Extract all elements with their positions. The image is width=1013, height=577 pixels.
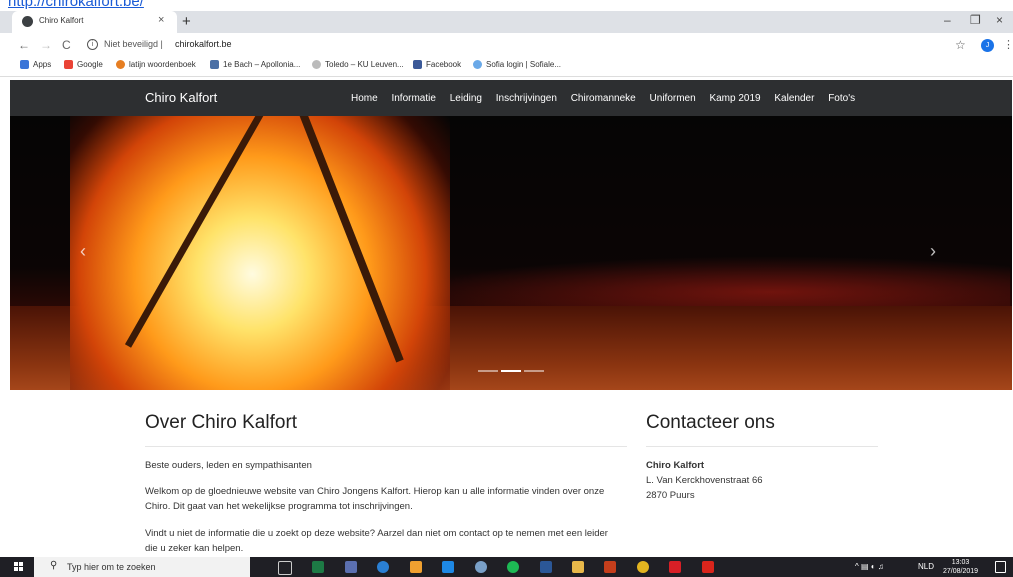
windows-taskbar: ⚲ Typ hier om te zoeken ^ ▤ ◐ ♫ NLD 13:0… [0,557,1013,577]
about-divider [145,446,627,447]
excel-icon[interactable] [312,561,324,573]
task-view-icon[interactable] [278,561,292,575]
browser-tab[interactable]: Chiro Kalfort × [12,11,177,33]
info-icon[interactable]: i [87,39,98,50]
maximize-icon[interactable]: ❐ [970,13,981,27]
bookmark-latijn[interactable]: latijn woordenboek [116,60,196,69]
bookmark-google[interactable]: Google [64,60,103,69]
bookmark-sofia[interactable]: Sofia login | Sofiale... [473,60,561,69]
file-explorer-icon[interactable] [572,561,584,573]
contact-name: Chiro Kalfort [646,460,705,471]
toledo-icon [312,60,321,69]
bookmark-toledo[interactable]: Toledo – KU Leuven... [312,60,404,69]
nav-fotos[interactable]: Foto's [828,93,855,104]
acrobat-icon[interactable] [702,561,714,573]
apps-grid-icon [20,60,29,69]
hero-carousel: ‹ › [10,116,1012,390]
google-icon [64,60,73,69]
bookmark-star-icon[interactable]: ☆ [955,38,966,52]
clock-time: 13:03 [951,559,970,566]
tab-close-icon[interactable]: × [158,14,164,26]
pinned-app-icon[interactable] [475,561,487,573]
bookmarks-bar: Apps Google latijn woordenboek 1e Bach –… [0,57,1013,77]
omnibox[interactable]: i Niet beveiligd | chirokalfort.be [82,36,942,53]
contact-heading: Contacteer ons [646,412,775,433]
outlook-icon[interactable] [442,561,454,573]
clock-date: 27/08/2019 [943,568,979,575]
about-welcome-text: Welkom op de gloednieuwe website van Chi… [145,486,605,512]
browser-menu-icon[interactable]: ⋮ [1003,38,1013,51]
nav-home[interactable]: Home [351,93,378,104]
word-icon[interactable] [540,561,552,573]
nav-chiromanneke[interactable]: Chiromanneke [571,93,636,104]
onedrive-icon[interactable] [377,561,389,573]
close-window-icon[interactable]: × [996,13,1003,27]
address-bar-row: ← → C i Niet beveiligd | chirokalfort.be… [0,33,1013,58]
nav-informatie[interactable]: Informatie [391,93,435,104]
notification-center-icon[interactable] [995,561,1006,573]
url-text[interactable]: chirokalfort.be [175,39,232,49]
nav-inschrijvingen[interactable]: Inschrijvingen [496,93,557,104]
site-navbar: Chiro Kalfort Home Informatie Leiding In… [10,80,1012,116]
system-tray-icons[interactable]: ^ ▤ ◐ ♫ [855,562,884,571]
bookmark-apps[interactable]: Apps [20,60,51,69]
store-bag-icon[interactable] [410,561,422,573]
bookmark-apollonia[interactable]: 1e Bach – Apollonia... [210,60,300,69]
carousel-next-button[interactable]: › [930,241,936,262]
contact-city: 2870 Puurs [646,490,695,501]
powerpoint-icon[interactable] [604,561,616,573]
spotify-icon[interactable] [507,561,519,573]
dictionary-icon [116,60,125,69]
language-indicator[interactable]: NLD [918,562,934,571]
chrome-icon[interactable] [637,561,649,573]
tab-title: Chiro Kalfort [39,16,84,25]
nav-kamp-2019[interactable]: Kamp 2019 [709,93,760,104]
sofia-icon [473,60,482,69]
about-heading: Over Chiro Kalfort [145,412,298,433]
browser-tab-bar: Chiro Kalfort × + – ❐ × [0,11,1013,33]
carousel-indicator-3[interactable] [524,370,544,372]
taskbar-clock[interactable]: 13:03 27/08/2019 [943,558,978,576]
about-help-text: Vindt u niet de informatie die u zoekt o… [145,528,608,554]
nav-uniformen[interactable]: Uniformen [650,93,696,104]
windows-start-icon[interactable] [14,562,24,572]
overlay-url-link[interactable]: http://chirokalfort.be/ [8,0,144,10]
search-icon: ⚲ [50,560,58,571]
nav-kalender[interactable]: Kalender [774,93,814,104]
site-favicon-icon [22,16,33,27]
profile-avatar[interactable]: J [981,39,994,52]
carousel-indicator-1[interactable] [478,370,498,372]
back-button[interactable]: ← [18,38,30,52]
security-label[interactable]: Niet beveiligd | [104,39,163,49]
new-tab-button[interactable]: + [182,13,191,30]
site-nav-links: Home Informatie Leiding Inschrijvingen C… [351,93,866,104]
netflix-icon[interactable] [669,561,681,573]
taskbar-search-box[interactable]: ⚲ Typ hier om te zoeken [34,557,250,577]
carousel-indicator-2[interactable] [501,370,521,372]
reload-button[interactable]: C [62,38,71,52]
site-brand[interactable]: Chiro Kalfort [145,90,217,105]
about-greeting: Beste ouders, leden en sympathisanten [145,460,312,471]
taskbar-search-placeholder: Typ hier om te zoeken [67,562,156,572]
contact-divider [646,446,878,447]
bonfire-poles [124,116,404,363]
nav-leiding[interactable]: Leiding [450,93,482,104]
forward-button[interactable]: → [40,38,52,52]
contact-street: L. Van Kerckhovenstraat 66 [646,475,763,486]
facebook-icon [413,60,422,69]
apollonia-icon [210,60,219,69]
carousel-prev-button[interactable]: ‹ [80,241,86,262]
visio-icon[interactable] [345,561,357,573]
minimize-icon[interactable]: – [944,13,951,27]
bookmark-facebook[interactable]: Facebook [413,60,461,69]
